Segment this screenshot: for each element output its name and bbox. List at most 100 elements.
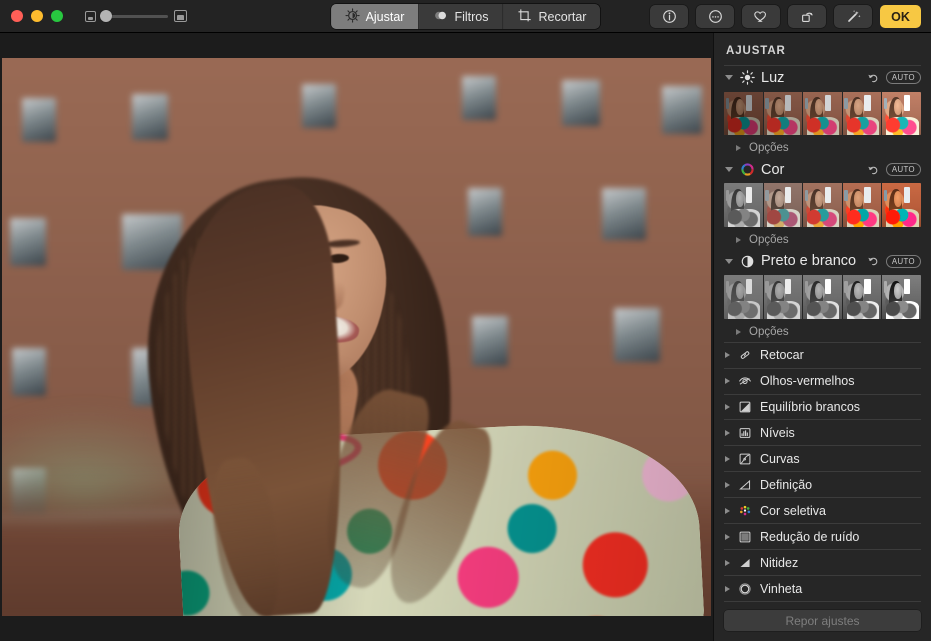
section-retocar-label: Retocar [760,348,921,362]
tab-filtros-label: Filtros [454,10,488,24]
disclosure-triangle-icon[interactable] [736,329,741,335]
section-niveis-label: Níveis [760,426,921,440]
section-vinheta-label: Vinheta [760,582,921,596]
bw-thumb-5[interactable] [882,275,921,318]
adjust-icon [345,8,360,26]
disclosure-triangle-icon[interactable] [725,378,730,384]
tab-recortar-label: Recortar [539,10,587,24]
cor-thumb-1[interactable] [724,183,763,226]
window-controls [0,10,63,22]
section-olhos-vermelhos[interactable]: Olhos-vermelhos [724,368,921,393]
auto-enhance-button[interactable] [834,5,872,28]
disclosure-triangle-icon[interactable] [736,145,741,151]
luz-variant-strip[interactable] [724,92,921,135]
disclosure-triangle-icon[interactable] [725,560,730,566]
section-preto-e-branco[interactable]: Preto e branco AUTO [724,250,921,274]
reset-adjustments-button[interactable]: Repor ajustes [724,610,921,631]
crop-icon [518,8,533,26]
photo-canvas[interactable] [0,33,713,641]
disclosure-triangle-icon[interactable] [736,237,741,243]
disclosure-triangle-icon[interactable] [725,534,730,540]
preto-e-branco-variant-strip[interactable] [724,275,921,318]
mode-segmented-control: Ajustar Filtros [331,4,601,29]
disclosure-triangle-icon[interactable] [725,508,730,514]
auto-badge-cor[interactable]: AUTO [886,163,921,176]
section-olhos-vermelhos-label: Olhos-vermelhos [760,374,921,388]
photo-image[interactable] [2,58,711,616]
bw-thumb-1[interactable] [724,275,763,318]
disclosure-triangle-open-icon[interactable] [725,259,733,264]
auto-badge-luz[interactable]: AUTO [886,71,921,84]
luz-options-row[interactable]: Opções [724,138,921,158]
disclosure-triangle-icon[interactable] [725,404,730,410]
section-curvas-label: Curvas [760,452,921,466]
section-vinheta[interactable]: Vinheta [724,576,921,601]
disclosure-triangle-open-icon[interactable] [725,75,733,80]
section-nitidez[interactable]: Nitidez [724,550,921,575]
section-reducao-de-ruido[interactable]: Redução de ruído [724,524,921,549]
close-button[interactable] [11,10,23,22]
favorite-button[interactable] [742,5,780,28]
disclosure-triangle-icon[interactable] [725,586,730,592]
panel-title: AJUSTAR [724,33,921,65]
red-eye-icon [737,373,753,389]
section-retocar[interactable]: Retocar [724,343,921,368]
photo-editor-window: Ajustar Filtros [0,0,931,641]
large-thumbnail-icon [174,10,187,22]
bw-thumb-2[interactable] [764,275,803,318]
tab-filtros[interactable]: Filtros [419,4,503,29]
section-equilibrio-brancos-label: Equilíbrio brancos [760,400,921,414]
section-cor-seletiva[interactable]: Cor seletiva [724,498,921,523]
reset-arrow-icon[interactable] [866,254,880,268]
cor-options-label: Opções [749,234,789,246]
section-reducao-de-ruido-label: Redução de ruído [760,530,921,544]
more-button[interactable] [696,5,734,28]
section-nitidez-label: Nitidez [760,556,921,570]
cor-thumb-4[interactable] [843,183,882,226]
luz-thumb-1[interactable] [724,92,763,135]
cor-options-row[interactable]: Opções [724,230,921,250]
section-curvas[interactable]: Curvas [724,446,921,471]
reset-arrow-icon[interactable] [866,71,880,85]
toolbar: Ajustar Filtros [0,0,931,33]
section-luz[interactable]: Luz AUTO [724,66,921,90]
info-button[interactable] [650,5,688,28]
section-niveis[interactable]: Níveis [724,420,921,445]
zoom-slider-knob[interactable] [100,10,112,22]
zoom-slider-control[interactable] [85,10,187,22]
cor-thumb-3[interactable] [803,183,842,226]
section-equilibrio-brancos[interactable]: Equilíbrio brancos [724,394,921,419]
bw-thumb-4[interactable] [843,275,882,318]
preto-e-branco-options-row[interactable]: Opções [724,322,921,342]
tab-ajustar-label: Ajustar [366,10,405,24]
section-luz-label: Luz [761,70,860,86]
cor-thumb-5[interactable] [882,183,921,226]
disclosure-triangle-icon[interactable] [725,456,730,462]
magic-wand-icon [846,9,861,24]
luz-thumb-4[interactable] [843,92,882,135]
tab-recortar[interactable]: Recortar [504,4,601,29]
black-and-white-icon [739,253,755,269]
disclosure-triangle-open-icon[interactable] [725,167,733,172]
disclosure-triangle-icon[interactable] [725,482,730,488]
cor-thumb-2[interactable] [764,183,803,226]
bw-thumb-3[interactable] [803,275,842,318]
luz-thumb-2[interactable] [764,92,803,135]
luz-thumb-5[interactable] [882,92,921,135]
disclosure-triangle-icon[interactable] [725,430,730,436]
minimize-button[interactable] [31,10,43,22]
section-definicao[interactable]: Definição [724,472,921,497]
editor-body: AJUSTAR Luz AUTO [0,33,931,641]
tab-ajustar[interactable]: Ajustar [331,4,420,29]
luz-thumb-3[interactable] [803,92,842,135]
reset-arrow-icon[interactable] [866,163,880,177]
disclosure-triangle-icon[interactable] [725,352,730,358]
rotate-button[interactable] [788,5,826,28]
filters-icon [433,8,448,26]
ok-button[interactable]: OK [880,5,921,28]
zoom-slider-track[interactable] [102,15,168,18]
cor-variant-strip[interactable] [724,183,921,226]
zoom-button[interactable] [51,10,63,22]
section-cor[interactable]: Cor AUTO [724,158,921,182]
auto-badge-preto-e-branco[interactable]: AUTO [886,255,921,268]
